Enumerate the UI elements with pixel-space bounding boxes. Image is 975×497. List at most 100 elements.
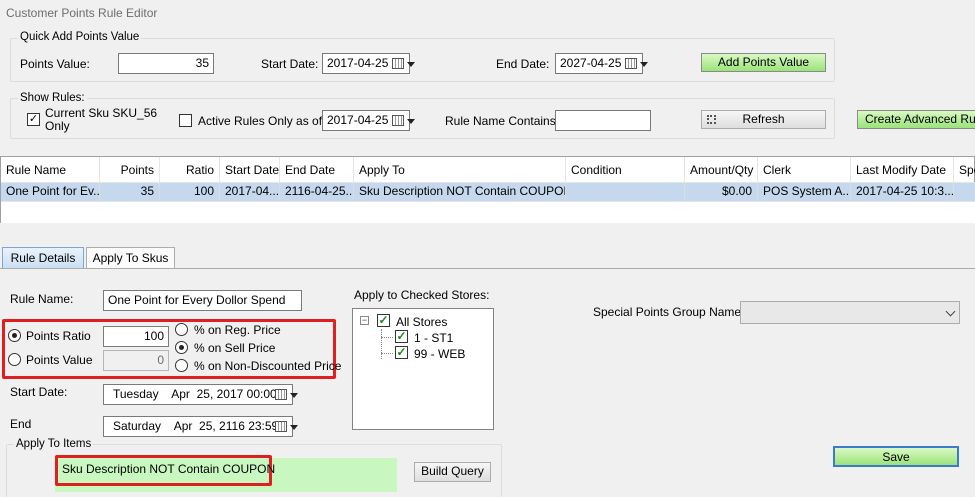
points-ratio-input[interactable]: 100 — [103, 326, 169, 347]
calendar-icon — [275, 389, 287, 400]
store-label-web: 99 - WEB — [414, 347, 466, 361]
chevron-down-icon — [640, 62, 648, 67]
quick-end-date-picker[interactable]: 2027-04-25 — [555, 53, 648, 74]
details-points-value-label: Points Value — [26, 353, 93, 367]
column-header-apply-to[interactable]: Apply To — [354, 157, 566, 183]
points-ratio-label: Points Ratio — [26, 329, 91, 343]
chevron-down-icon — [407, 119, 415, 124]
sell-price-radio[interactable] — [175, 341, 188, 354]
save-button[interactable]: Save — [833, 446, 959, 467]
all-stores-checkbox[interactable]: ✓ — [377, 314, 390, 327]
calendar-icon — [625, 58, 637, 69]
chevron-down-icon — [290, 393, 298, 398]
column-header-points[interactable]: Points — [100, 157, 160, 183]
chevron-down-icon — [407, 62, 415, 67]
column-header-spe[interactable]: Spe — [954, 157, 975, 183]
apply-to-items-label: Apply To Items — [14, 438, 94, 450]
column-header-condition[interactable]: Condition — [566, 157, 685, 183]
empty-row — [1, 201, 975, 223]
details-start-date-label: Start Date: — [10, 385, 68, 399]
column-header-clerk[interactable]: Clerk — [758, 157, 851, 183]
details-start-date-value: Tuesday Apr 25, 2017 00:00 — [113, 387, 277, 401]
rules-grid[interactable]: Rule Name Points Ratio Start Date End Da… — [0, 156, 975, 223]
apply-to-items-value: Sku Description NOT Contain COUPON — [62, 462, 276, 476]
store-label-st1: 1 - ST1 — [414, 331, 454, 345]
check-mark-icon: ✓ — [396, 329, 407, 343]
table-cell: 100 — [160, 183, 220, 200]
tree-line-icon — [381, 337, 393, 338]
calendar-icon — [392, 58, 404, 69]
calendar-icon — [275, 421, 287, 432]
store-checkbox-web[interactable]: ✓ — [395, 346, 408, 359]
column-header-start-date[interactable]: Start Date — [220, 157, 280, 183]
details-end-date-picker[interactable]: Saturday Apr 25, 2116 23:59 — [103, 416, 298, 437]
current-sku-label-line2: Only — [45, 119, 70, 133]
active-rules-label: Active Rules Only as of — [198, 114, 323, 128]
table-cell: POS System A... — [758, 183, 851, 200]
active-rules-date-picker[interactable]: 2017-04-25 — [322, 110, 415, 131]
quick-start-date-value: 2017-04-25 — [327, 56, 389, 70]
current-sku-label: Current Sku SKU_56 Only — [45, 107, 157, 133]
current-sku-checkbox[interactable]: ✓ — [27, 113, 40, 126]
refresh-icon — [707, 115, 716, 124]
special-points-group-select[interactable] — [740, 301, 960, 324]
check-mark-icon: ✓ — [378, 313, 389, 327]
column-header-end-date[interactable]: End Date — [280, 157, 354, 183]
reg-price-radio[interactable] — [175, 323, 188, 336]
special-points-group-label: Special Points Group Name: — [593, 305, 745, 319]
points-value-radio[interactable] — [8, 353, 21, 366]
column-header-amount-qty[interactable]: Amount/Qty — [685, 157, 758, 183]
reg-price-label: % on Reg. Price — [194, 323, 281, 337]
check-mark-icon: ✓ — [396, 345, 407, 359]
check-mark-icon: ✓ — [28, 113, 39, 125]
table-cell — [566, 183, 685, 200]
rule-name-input[interactable]: One Point for Every Dollor Spend — [103, 290, 302, 311]
points-value-label: Points Value: — [20, 57, 90, 71]
column-header-ratio[interactable]: Ratio — [160, 157, 220, 183]
non-discounted-price-radio[interactable] — [175, 359, 188, 372]
points-ratio-radio[interactable] — [8, 329, 21, 342]
table-cell: 35 — [100, 183, 160, 200]
column-header-last-modify-date[interactable]: Last Modify Date — [851, 157, 954, 183]
add-points-value-button[interactable]: Add Points Value — [701, 53, 826, 72]
rule-name-label: Rule Name: — [10, 292, 74, 306]
tab-rule-details[interactable]: Rule Details — [2, 247, 84, 269]
chevron-down-icon — [290, 425, 298, 430]
tab-apply-to-skus[interactable]: Apply To Skus — [86, 247, 175, 268]
column-header-rule-name[interactable]: Rule Name — [1, 157, 100, 183]
show-rules-group-label: Show Rules: — [18, 92, 87, 104]
quick-start-date-label: Start Date: — [261, 57, 319, 71]
rule-name-contains-label: Rule Name Contains: — [445, 114, 560, 128]
table-cell: $0.00 — [685, 183, 758, 200]
chevron-down-icon — [945, 306, 956, 317]
non-discounted-price-label: % on Non-Discounted Price — [194, 359, 342, 373]
quick-add-group-label: Quick Add Points Value — [18, 31, 142, 43]
quick-end-date-value: 2027-04-25 — [560, 56, 622, 70]
active-rules-date-value: 2017-04-25 — [327, 113, 389, 127]
window-title: Customer Points Rule Editor — [6, 6, 158, 20]
table-cell: Sku Description NOT Contain COUPON — [354, 183, 566, 200]
create-advanced-rule-button[interactable]: Create Advanced Rule — [857, 110, 975, 129]
tree-expander-icon[interactable]: − — [360, 316, 369, 325]
stores-tree[interactable]: − ✓ All Stores ✓ 1 - ST1 ✓ 99 - WEB — [352, 308, 494, 430]
refresh-button[interactable]: Refresh — [701, 110, 826, 129]
tree-expander-glyph: − — [361, 315, 368, 325]
rule-name-contains-input[interactable] — [555, 110, 651, 131]
build-query-button[interactable]: Build Query — [414, 462, 491, 482]
quick-end-date-label: End Date: — [496, 57, 550, 71]
quick-start-date-picker[interactable]: 2017-04-25 — [322, 53, 415, 74]
details-end-date-value: Saturday Apr 25, 2116 23:59 — [113, 419, 279, 433]
sell-price-label: % on Sell Price — [194, 341, 276, 355]
points-value-input[interactable]: 35 — [118, 53, 214, 74]
refresh-button-label: Refresh — [742, 112, 785, 126]
all-stores-label: All Stores — [396, 315, 448, 329]
details-points-value-input: 0 — [103, 350, 169, 371]
table-row[interactable]: One Point for Ev... 35 100 2017-04... 21… — [1, 183, 975, 201]
table-cell: 2017-04... — [220, 183, 280, 200]
store-checkbox-st1[interactable]: ✓ — [395, 330, 408, 343]
end-label: End — [10, 417, 32, 431]
active-rules-checkbox[interactable] — [179, 114, 192, 127]
table-cell: 2116-04-25... — [280, 183, 354, 200]
stores-label: Apply to Checked Stores: — [354, 288, 490, 302]
details-start-date-picker[interactable]: Tuesday Apr 25, 2017 00:00 — [103, 384, 298, 405]
